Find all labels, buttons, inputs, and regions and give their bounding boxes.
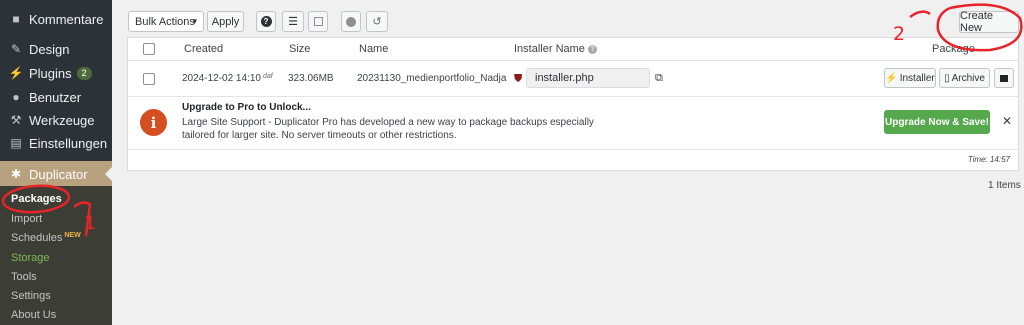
submenu-tools[interactable]: Tools: [11, 271, 37, 283]
shield-icon: ⛊: [514, 73, 523, 85]
menu-label: Duplicator: [29, 166, 88, 182]
create-new-button[interactable]: Create New: [959, 10, 1019, 34]
submenu-schedules[interactable]: Schedules NEW: [11, 232, 81, 244]
package-details-button[interactable]: [994, 68, 1014, 88]
items-count: 1 Items: [988, 180, 1021, 191]
user-icon: ●: [12, 90, 20, 104]
help-button[interactable]: ?: [256, 11, 276, 32]
settings-sliders-button[interactable]: ☰: [282, 11, 304, 32]
upgrade-now-button[interactable]: Upgrade Now & Save!: [884, 110, 990, 134]
column-installer-name[interactable]: Installer Name ?: [514, 43, 597, 55]
archive-button-label: Archive: [951, 72, 985, 84]
notice-title: Upgrade to Pro to Unlock...: [182, 102, 311, 113]
upgrade-notice: i Upgrade to Pro to Unlock... Large Site…: [128, 97, 1018, 149]
menu-item-plugins[interactable]: ⚡ Plugins 2: [0, 61, 112, 85]
menu-label: Plugins: [29, 65, 72, 81]
bulk-actions-select[interactable]: Bulk Actions ▾: [128, 11, 204, 32]
column-name[interactable]: Name: [359, 43, 388, 55]
duplicator-submenu: Packages Import Schedules NEW Storage Too…: [0, 186, 112, 325]
notice-text: Large Site Support - Duplicator Pro has …: [182, 117, 594, 141]
close-icon[interactable]: ✕: [1002, 114, 1012, 128]
brush-icon: ✎: [10, 42, 22, 56]
archive-download-button[interactable]: ▯ Archive: [939, 68, 990, 88]
submenu-settings[interactable]: Settings: [11, 290, 51, 302]
copy-icon: [313, 17, 323, 26]
divider: [128, 149, 1018, 150]
installer-button-label: Installer: [899, 72, 935, 84]
info-icon: i: [140, 109, 167, 136]
plugin-icon: ⚡: [8, 66, 24, 80]
menu-label: Kommentare: [29, 11, 104, 27]
installer-name-field[interactable]: installer.php: [526, 68, 650, 88]
menu-label: Werkzeuge: [29, 112, 95, 128]
copy-button[interactable]: [308, 11, 328, 32]
row-name: 20231130_medienportfolio_Nadja: [357, 73, 507, 84]
file-icon: ▯: [944, 72, 950, 84]
submenu-packages[interactable]: Packages: [11, 193, 62, 205]
menu-label: Einstellungen: [29, 135, 108, 151]
select-all-checkbox[interactable]: [143, 43, 155, 55]
copy-installer-icon[interactable]: ⧉: [655, 72, 663, 85]
admin-sidebar: ■ Kommentare ✎ Design ⚡ Plugins 2 ● Benu…: [0, 0, 112, 325]
column-created[interactable]: Created: [184, 43, 223, 55]
submenu-import[interactable]: Import: [11, 213, 42, 225]
download-icon: [346, 16, 356, 27]
bolt-icon: ⚡: [885, 72, 898, 84]
packages-table: Created Size Name Installer Name ? Packa…: [127, 37, 1019, 171]
plugins-update-badge: 2: [76, 66, 92, 80]
annotation-arrow-2: [909, 10, 931, 19]
download-button[interactable]: [341, 11, 361, 32]
wrench-icon: ⚒: [10, 113, 22, 127]
sliders-icon: ☰: [288, 16, 298, 28]
submenu-about-us[interactable]: About Us: [11, 309, 56, 321]
row-size: 323.06MB: [288, 73, 334, 84]
divider: [128, 60, 1018, 61]
settings-icon: ▤: [10, 136, 22, 150]
menu-item-design[interactable]: ✎ Design: [0, 37, 112, 61]
submenu-schedules-label: Schedules: [11, 232, 63, 244]
comment-icon: ■: [12, 12, 20, 26]
active-arrow-icon: [105, 167, 112, 181]
menu-label: Benutzer: [29, 89, 82, 105]
archive-box-icon: [1000, 74, 1008, 82]
installer-download-button[interactable]: ⚡ Installer: [884, 68, 936, 88]
column-package: Package: [932, 43, 975, 55]
menu-item-werkzeuge[interactable]: ⚒ Werkzeuge: [0, 108, 112, 132]
help-icon: ?: [260, 16, 272, 27]
undo-icon: ↺: [372, 16, 382, 28]
created-date: 2024-12-02 14:10: [182, 73, 261, 84]
created-suffix: daf: [262, 73, 273, 80]
apply-button[interactable]: Apply: [207, 11, 244, 32]
column-size[interactable]: Size: [289, 43, 310, 55]
new-tag: NEW: [64, 232, 81, 239]
installer-name-label: Installer Name: [514, 43, 585, 55]
row-created: 2024-12-02 14:10 daf: [182, 73, 273, 84]
menu-item-duplicator[interactable]: ✱ Duplicator: [0, 161, 112, 187]
chevron-down-icon: ▾: [192, 16, 197, 26]
bulk-actions-label: Bulk Actions: [135, 15, 195, 28]
menu-label: Design: [29, 41, 70, 57]
menu-item-kommentare[interactable]: ■ Kommentare: [0, 7, 112, 31]
build-time: Time: 14:57: [967, 155, 1010, 164]
info-icon: ?: [587, 44, 597, 54]
duplicator-icon: ✱: [10, 167, 22, 181]
row-checkbox[interactable]: [143, 73, 155, 85]
submenu-storage[interactable]: Storage: [11, 252, 50, 264]
refresh-button[interactable]: ↺: [366, 11, 388, 32]
menu-item-benutzer[interactable]: ● Benutzer: [0, 85, 112, 109]
menu-item-einstellungen[interactable]: ▤ Einstellungen: [0, 131, 112, 155]
